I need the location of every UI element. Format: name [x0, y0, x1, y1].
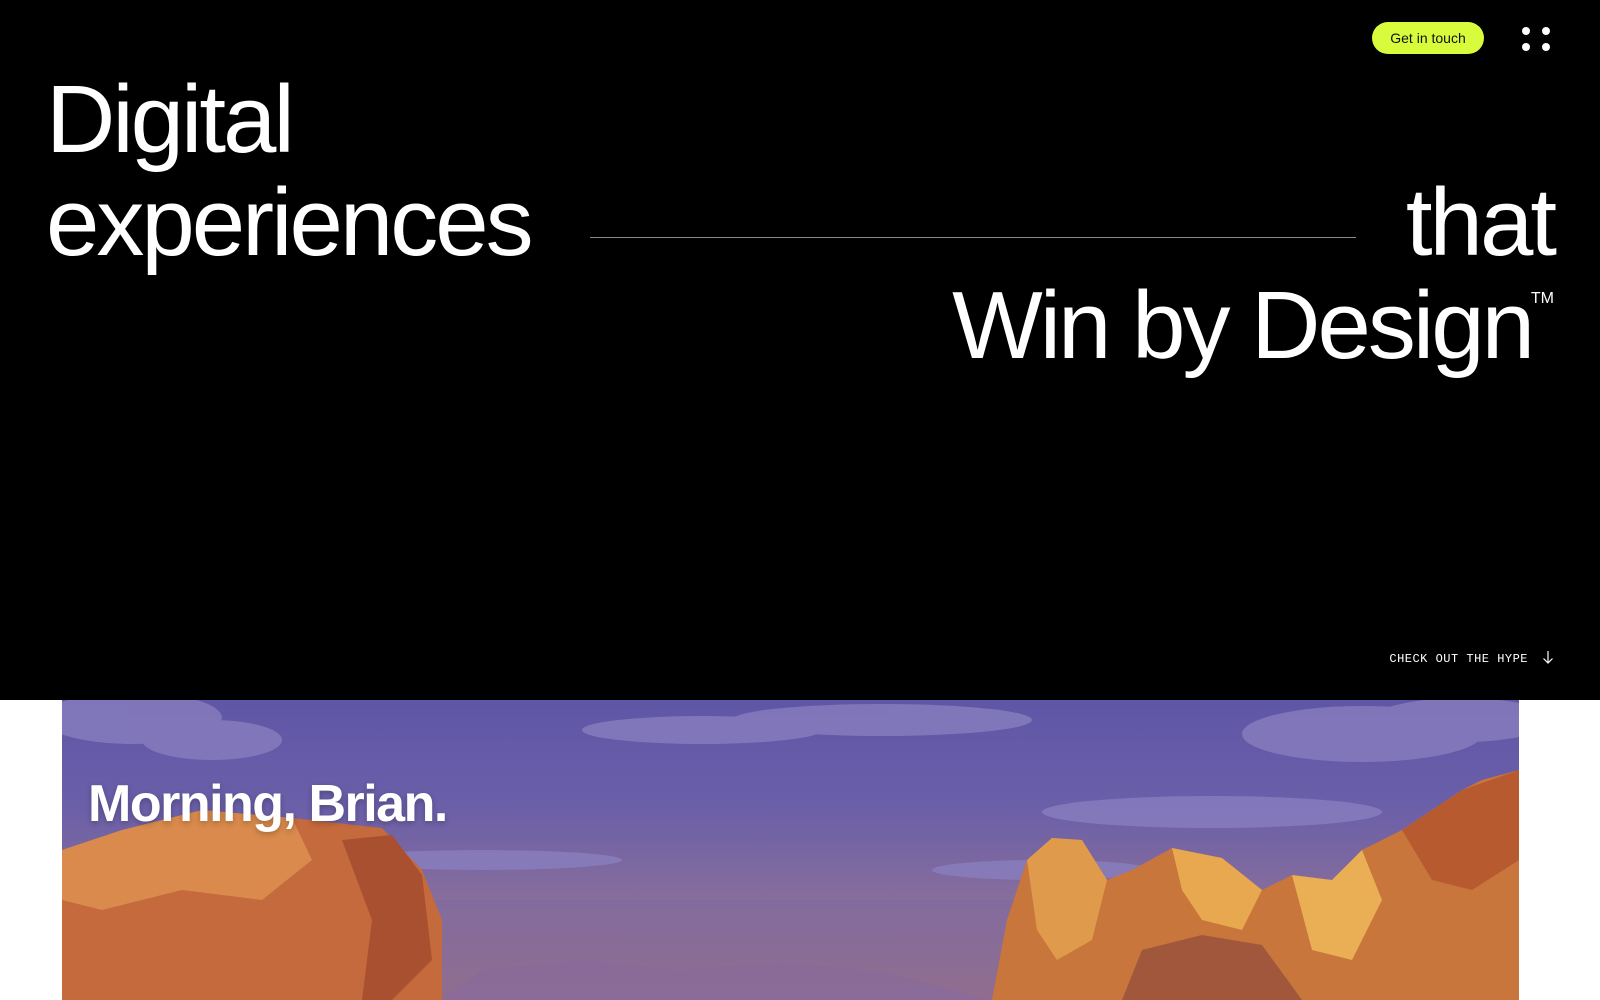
headline-line-that: that: [1405, 169, 1557, 276]
scroll-label: CHECK OUT THE HYPE: [1389, 652, 1528, 666]
greeting-text: Morning, Brian.: [88, 775, 448, 833]
headline-line-digital: Digital: [46, 66, 295, 173]
get-in-touch-button[interactable]: Get in touch: [1372, 22, 1484, 54]
grid-dots-icon: [1518, 22, 1554, 56]
headline-line-experiences: experiences: [46, 169, 534, 276]
headline-line-win-by-design: Win by Design: [952, 272, 1535, 379]
menu-button[interactable]: [1518, 22, 1554, 56]
check-out-the-hype-link[interactable]: CHECK OUT THE HYPE: [1389, 650, 1554, 668]
headline-divider: [590, 237, 1356, 238]
canyon-illustration: [62, 700, 1519, 1000]
arrow-down-icon: [1542, 650, 1554, 668]
hero-section: Get in touch Digital experiences that Wi…: [0, 0, 1600, 700]
trademark-mark: TM: [1530, 290, 1554, 307]
showcase-image: Morning, Brian.: [62, 700, 1519, 1000]
